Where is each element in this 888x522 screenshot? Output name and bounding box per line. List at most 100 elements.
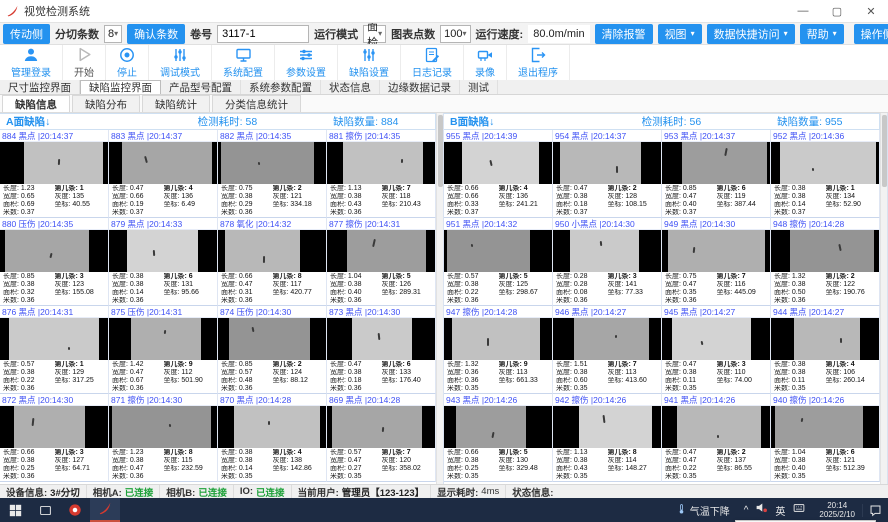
defect-cell[interactable]: 945 黑点 |20:14:27长度: 0.47宽度: 0.38面积: 0.11… (662, 306, 771, 394)
defect-image[interactable] (771, 318, 879, 360)
defect-image[interactable] (444, 142, 552, 184)
start-button[interactable]: 开始 (63, 45, 106, 80)
main-tab-4[interactable]: 状态信息 (321, 80, 380, 94)
main-tab-1[interactable]: 缺陷监控界面 (80, 80, 161, 94)
param-settings-button[interactable]: 参数设置 (275, 45, 338, 80)
defect-cell[interactable]: 877 擦伤 |20:14:31长度: 1.04宽度: 0.38面积: 0.40… (327, 218, 436, 306)
log-record-button[interactable]: 日志记录 (401, 45, 464, 80)
defect-cell[interactable]: 942 擦伤 |20:14:26长度: 1.13宽度: 0.38面积: 0.43… (553, 394, 662, 482)
defect-image[interactable] (0, 406, 108, 448)
defect-cell[interactable]: 882 黑点 |20:14:35长度: 0.75宽度: 0.38面积: 0.29… (218, 130, 327, 218)
keyboard-icon[interactable] (792, 501, 806, 519)
defect-image[interactable] (327, 406, 435, 448)
speaker-muted-icon[interactable] (755, 501, 768, 519)
close-button[interactable]: ✕ (854, 0, 888, 22)
defect-image[interactable] (109, 406, 217, 448)
main-tab-0[interactable]: 尺寸监控界面 (0, 80, 80, 94)
roll-no-input[interactable] (217, 25, 309, 43)
help-menu-button[interactable]: 帮助 ▾ (800, 24, 844, 44)
defect-cell[interactable]: 946 黑点 |20:14:27长度: 1.51宽度: 0.38面积: 0.60… (553, 306, 662, 394)
confirm-count-button[interactable]: 确认条数 (127, 24, 185, 44)
defect-cell[interactable]: 948 擦伤 |20:14:28长度: 1.32宽度: 0.38面积: 0.50… (771, 218, 880, 306)
defect-image[interactable] (771, 406, 879, 448)
defect-cell[interactable]: 874 压伤 |20:14:30长度: 0.85宽度: 0.57面积: 0.48… (218, 306, 327, 394)
record-video-button[interactable]: 录像 (464, 45, 507, 80)
defect-cell[interactable]: 869 黑点 |20:14:28长度: 0.57宽度: 0.47面积: 0.27… (327, 394, 436, 482)
scrollbar[interactable] (880, 113, 887, 484)
defect-cell[interactable]: 949 黑点 |20:14:30长度: 0.75宽度: 0.47面积: 0.35… (662, 218, 771, 306)
view-menu-button[interactable]: 视图 ▾ (658, 24, 702, 44)
defect-image[interactable] (662, 230, 770, 272)
slit-count-select[interactable]: 8 ▾ (104, 25, 122, 43)
data-access-menu-button[interactable]: 数据快捷访问 ▾ (707, 24, 795, 44)
sub-tab-3[interactable]: 分类信息统计 (212, 95, 301, 112)
defect-image[interactable] (662, 142, 770, 184)
minimize-button[interactable]: — (786, 0, 820, 22)
login-button[interactable]: 管理登录 (0, 45, 63, 80)
defect-image[interactable] (109, 230, 217, 272)
defect-image[interactable] (553, 318, 661, 360)
scrollbar-thumb[interactable] (882, 115, 887, 187)
drive-side-button[interactable]: 传动侧 (3, 24, 50, 44)
run-mode-select[interactable]: 双面检测 ▾ (363, 25, 386, 43)
maximize-button[interactable]: ▢ (820, 0, 854, 22)
defect-image[interactable] (553, 142, 661, 184)
defect-cell[interactable]: 878 氧化 |20:14:32长度: 0.66宽度: 0.47面积: 0.31… (218, 218, 327, 306)
defect-cell[interactable]: 875 压伤 |20:14:31长度: 1.42宽度: 0.47面积: 0.67… (109, 306, 218, 394)
defect-image[interactable] (218, 142, 326, 184)
task-view-button[interactable] (30, 498, 60, 522)
defect-image[interactable] (771, 142, 879, 184)
defect-image[interactable] (327, 318, 435, 360)
taskbar-app-icon[interactable] (60, 498, 90, 522)
defect-settings-button[interactable]: 缺陷设置 (338, 45, 401, 80)
notification-center-icon[interactable] (862, 504, 888, 517)
defect-image[interactable] (444, 318, 552, 360)
chart-points-select[interactable]: 100 ▾ (440, 25, 470, 43)
sub-tab-0[interactable]: 缺陷信息 (2, 95, 70, 112)
stop-button[interactable]: 停止 (106, 45, 149, 80)
defect-cell[interactable]: 940 擦伤 |20:14:26长度: 1.04宽度: 0.38面积: 0.40… (771, 394, 880, 482)
system-config-button[interactable]: 系统配置 (212, 45, 275, 80)
defect-image[interactable] (662, 318, 770, 360)
defect-image[interactable] (553, 406, 661, 448)
defect-cell[interactable]: 880 压伤 |20:14:35长度: 0.85宽度: 0.38面积: 0.32… (0, 218, 109, 306)
defect-image[interactable] (0, 142, 108, 184)
defect-image[interactable] (553, 230, 661, 272)
defect-cell[interactable]: 871 擦伤 |20:14:30长度: 1.23宽度: 0.38面积: 0.47… (109, 394, 218, 482)
tray-expand-icon[interactable]: ^ (744, 505, 749, 516)
defect-cell[interactable]: 955 黑点 |20:14:39长度: 0.66宽度: 0.66面积: 0.33… (444, 130, 553, 218)
defect-cell[interactable]: 952 黑点 |20:14:36长度: 0.38宽度: 0.38面积: 0.14… (771, 130, 880, 218)
weather-widget[interactable]: 气温下降 (668, 502, 738, 519)
sub-tab-2[interactable]: 缺陷统计 (142, 95, 210, 112)
scrollbar-thumb[interactable] (438, 115, 443, 187)
defect-image[interactable] (771, 230, 879, 272)
defect-image[interactable] (218, 230, 326, 272)
defect-cell[interactable]: 879 黑点 |20:14:33长度: 0.38宽度: 0.38面积: 0.14… (109, 218, 218, 306)
defect-cell[interactable]: 950 小黑点 |20:14:30长度: 0.28宽度: 0.28面积: 0.0… (553, 218, 662, 306)
exit-button[interactable]: 退出程序 (507, 45, 570, 80)
defect-cell[interactable]: 941 黑点 |20:14:26长度: 0.47宽度: 0.47面积: 0.22… (662, 394, 771, 482)
defect-cell[interactable]: 872 黑点 |20:14:30长度: 0.66宽度: 0.38面积: 0.25… (0, 394, 109, 482)
main-tab-5[interactable]: 边缘数据记录 (380, 80, 460, 94)
scrollbar[interactable] (436, 113, 443, 484)
ime-indicator[interactable]: 英 (775, 503, 785, 518)
defect-cell[interactable]: 883 黑点 |20:14:37长度: 0.47宽度: 0.66面积: 0.19… (109, 130, 218, 218)
defect-cell[interactable]: 951 黑点 |20:14:32长度: 0.57宽度: 0.38面积: 0.22… (444, 218, 553, 306)
defect-image[interactable] (327, 230, 435, 272)
start-button[interactable] (0, 498, 30, 522)
defect-image[interactable] (444, 230, 552, 272)
defect-image[interactable] (327, 142, 435, 184)
defect-cell[interactable]: 943 黑点 |20:14:26长度: 0.66宽度: 0.38面积: 0.25… (444, 394, 553, 482)
taskbar-active-app-icon[interactable] (90, 498, 120, 522)
operate-side-button[interactable]: 操作侧 (854, 24, 888, 44)
defect-image[interactable] (218, 406, 326, 448)
defect-cell[interactable]: 944 黑点 |20:14:27长度: 0.38宽度: 0.38面积: 0.11… (771, 306, 880, 394)
defect-cell[interactable]: 947 擦伤 |20:14:28长度: 1.32宽度: 0.36面积: 0.36… (444, 306, 553, 394)
main-tab-3[interactable]: 系统参数配置 (241, 80, 321, 94)
defect-image[interactable] (109, 142, 217, 184)
defect-image[interactable] (109, 318, 217, 360)
defect-cell[interactable]: 881 擦伤 |20:14:35长度: 1.13宽度: 0.38面积: 0.43… (327, 130, 436, 218)
defect-cell[interactable]: 870 黑点 |20:14:28长度: 0.38宽度: 0.38面积: 0.14… (218, 394, 327, 482)
defect-image[interactable] (218, 318, 326, 360)
defect-cell[interactable]: 953 黑点 |20:14:37长度: 0.85宽度: 0.47面积: 0.40… (662, 130, 771, 218)
